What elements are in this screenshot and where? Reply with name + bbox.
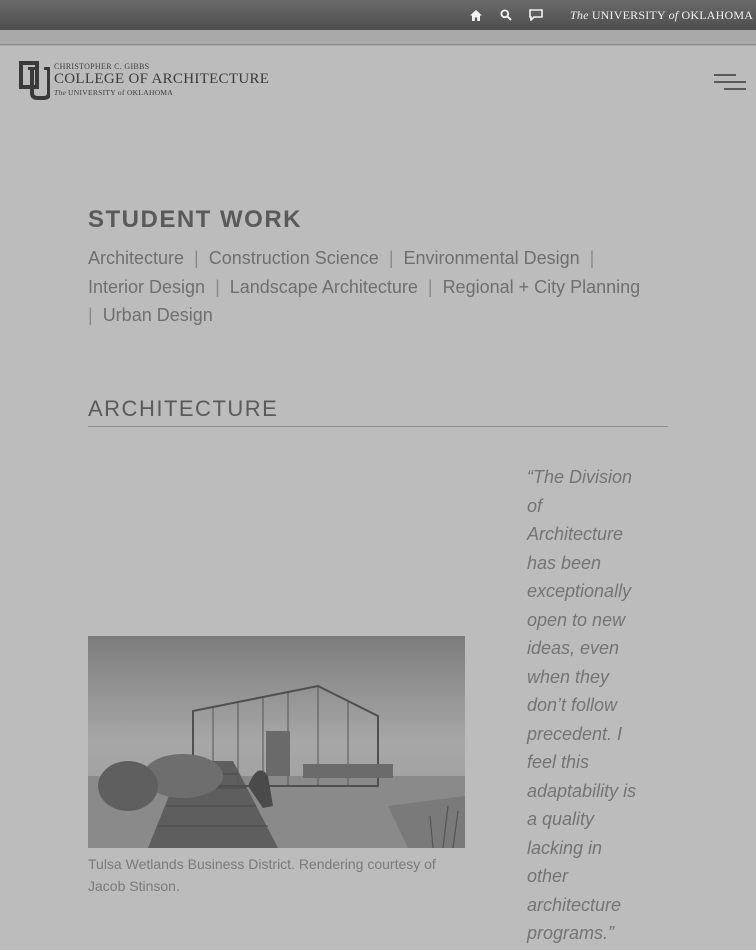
category-link-construction-science[interactable]: Construction Science [209, 248, 379, 268]
category-separator: | [589, 248, 595, 268]
category-link-architecture[interactable]: Architecture [88, 248, 184, 268]
university-the: The [570, 8, 589, 22]
category-separator: | [88, 305, 93, 325]
logo-line-3-the: The [54, 88, 67, 98]
university-state: OKLAHOMA [681, 8, 754, 22]
menu-bar [714, 81, 746, 83]
category-link-regional-city-planning[interactable]: Regional + City Planning [443, 277, 641, 297]
category-separator: | [388, 248, 394, 268]
section-divider [88, 426, 668, 427]
logo-line-1: CHRISTOPHER C. GIBBS [54, 62, 150, 72]
project-rendering-image [88, 636, 465, 848]
university-main: UNIVERSITY [591, 8, 666, 22]
menu-button[interactable] [714, 72, 746, 92]
college-logo[interactable]: CHRISTOPHER C. GIBBS COLLEGE OF ARCHITEC… [18, 60, 269, 100]
divider [0, 44, 756, 45]
category-link-interior-design[interactable]: Interior Design [88, 277, 205, 297]
university-link[interactable]: The UNIVERSITY of OKLAHOMA [570, 8, 753, 23]
category-link-environmental-design[interactable]: Environmental Design [404, 248, 580, 268]
rendering-illustration [88, 636, 465, 848]
image-caption: Tulsa Wetlands Business District. Render… [88, 856, 436, 894]
category-separator: | [215, 276, 220, 297]
ou-logo-icon [19, 61, 50, 100]
home-icon[interactable] [466, 6, 486, 24]
category-separator: | [194, 248, 199, 268]
menu-bar [724, 88, 746, 90]
category-nav: Architecture | Construction Science | Enviro… [88, 244, 668, 330]
university-of: of [668, 8, 679, 22]
logo-line-3-main: UNIVERSITY of OKLAHOMA [68, 88, 174, 98]
chat-icon[interactable] [526, 6, 546, 24]
header-spacer [0, 30, 756, 46]
logo-line-3: The UNIVERSITY of OKLAHOMA [54, 89, 269, 97]
student-quote: “The Division of Architecture has been e… [527, 467, 637, 943]
category-separator: | [427, 276, 433, 297]
page-title: STUDENT WORK [88, 206, 302, 233]
logo-text: CHRISTOPHER C. GIBBS COLLEGE OF ARCHITEC… [54, 63, 269, 97]
logo-line-2: COLLEGE OF ARCHITECTURE [54, 71, 270, 88]
utility-bar: The UNIVERSITY of OKLAHOMA [0, 0, 756, 30]
category-link-landscape-architecture[interactable]: Landscape Architecture [230, 277, 418, 297]
utility-icons [466, 6, 546, 24]
search-icon[interactable] [496, 6, 516, 24]
section-title: ARCHITECTURE [88, 396, 279, 421]
category-link-urban-design[interactable]: Urban Design [103, 305, 213, 325]
menu-bar [714, 74, 736, 76]
